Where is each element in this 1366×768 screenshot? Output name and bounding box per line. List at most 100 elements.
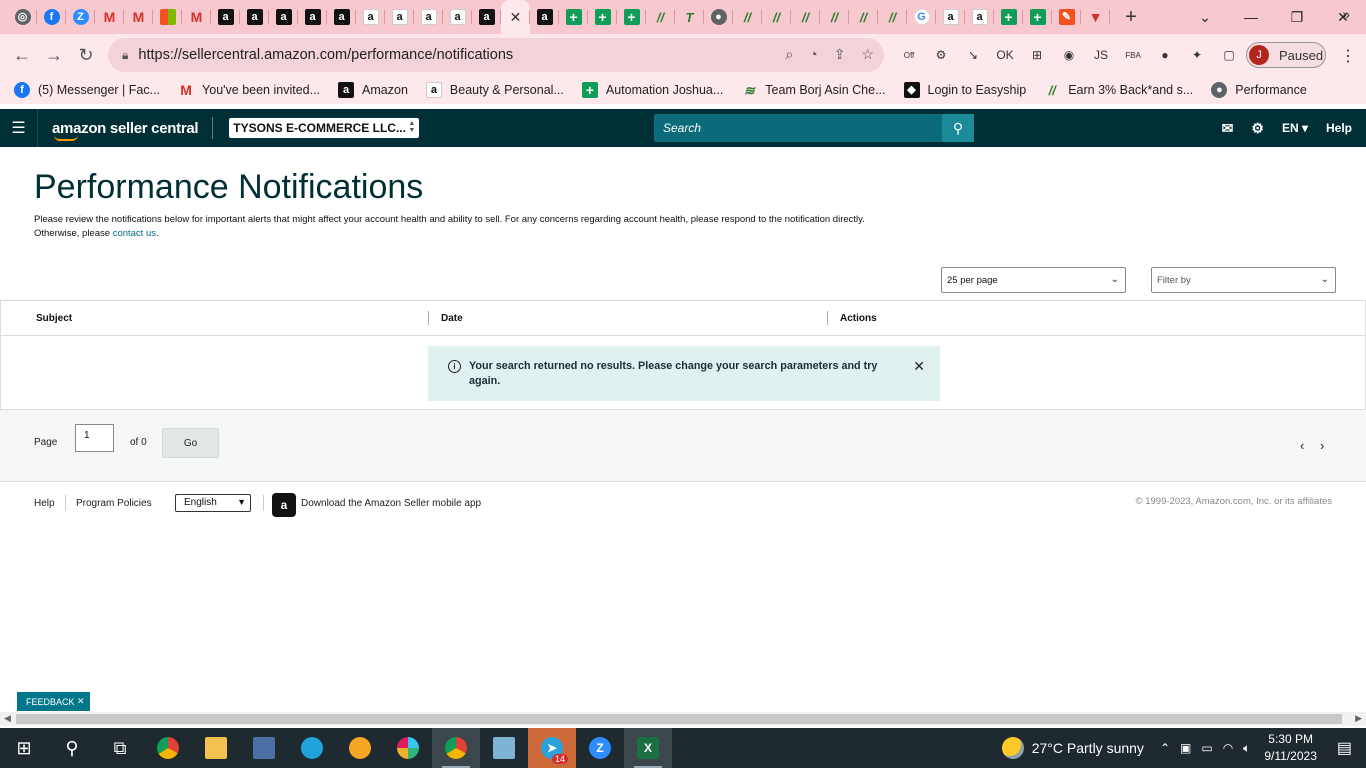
bookmark-item[interactable]: a Beauty & Personal... (425, 82, 564, 98)
bookmark-star-icon[interactable]: ☆ (861, 46, 874, 63)
scroll-right-icon[interactable]: ▶ (1355, 713, 1362, 724)
browser-tab[interactable]: + (994, 0, 1023, 34)
browser-tab[interactable]: a (936, 0, 965, 34)
go-button[interactable]: Go (162, 428, 219, 458)
chevron-left-icon[interactable]: ‹ (1300, 438, 1304, 453)
browser-tab[interactable]: a (211, 0, 240, 34)
browser-tab[interactable]: a (965, 0, 994, 34)
zoom-icon[interactable]: ⌕ (785, 46, 793, 63)
bookmark-item[interactable]: a Amazon (338, 82, 408, 98)
browser-tab[interactable]: a (269, 0, 298, 34)
browser-tab[interactable]: // (733, 0, 762, 34)
hamburger-menu-icon[interactable]: ☰ (0, 109, 38, 147)
browser-tab[interactable]: a (443, 0, 472, 34)
browser-tab[interactable]: ▼ (1081, 0, 1110, 34)
excel-icon[interactable]: X (624, 728, 672, 768)
search-input[interactable]: Search (654, 121, 942, 135)
browser-tab[interactable]: a (240, 0, 269, 34)
browser-tab[interactable] (153, 0, 182, 34)
browser-tab[interactable]: M (124, 0, 153, 34)
language-selector[interactable]: EN ▾ (1282, 121, 1308, 135)
page-number-input[interactable]: 1 (75, 424, 114, 452)
weather-widget[interactable]: 27°C Partly sunny (1001, 737, 1144, 759)
browser-tab[interactable]: a (472, 0, 501, 34)
volume-icon[interactable]: 🔈︎ (1243, 741, 1250, 756)
restore-icon[interactable]: ❐ (1274, 9, 1320, 26)
footer-help-link[interactable]: Help (34, 498, 55, 509)
tab-search-icon[interactable]: ⌄ (1182, 9, 1228, 26)
browser-tab[interactable]: Z (66, 0, 95, 34)
account-switcher[interactable]: TYSONS E-COMMERCE LLC... ▲ ▼ (229, 118, 420, 138)
browser-tab[interactable]: + (559, 0, 588, 34)
share-icon[interactable]: ⇪ (834, 46, 846, 63)
edge-icon[interactable] (288, 728, 336, 768)
extension-icon[interactable]: OK (994, 44, 1016, 66)
chrome-icon[interactable] (144, 728, 192, 768)
reload-icon[interactable]: ↻ (70, 45, 102, 66)
extension-icon[interactable]: ↘ (962, 44, 984, 66)
slack-icon[interactable] (384, 728, 432, 768)
mail-icon[interactable]: ✉ (1222, 120, 1234, 137)
profile-button[interactable]: J Paused (1246, 42, 1326, 68)
browser-tab[interactable]: + (617, 0, 646, 34)
browser-tab[interactable]: a (530, 0, 559, 34)
column-header-date[interactable]: Date (441, 313, 463, 324)
bookmark-item[interactable]: // Earn 3% Back*and s... (1044, 82, 1194, 98)
extension-icon[interactable]: ▢ (1218, 44, 1240, 66)
scroll-left-icon[interactable]: ◀ (4, 713, 11, 724)
extension-icon[interactable]: ● (1154, 44, 1176, 66)
chevron-up-icon[interactable]: ⌃ (1160, 741, 1170, 756)
bookmark-item[interactable]: M You've been invited... (178, 82, 320, 98)
menu-kebab-icon[interactable]: ⋮ (1340, 46, 1356, 66)
minimize-icon[interactable]: — (1228, 9, 1274, 25)
gear-icon[interactable]: ⚙ (1251, 120, 1264, 137)
browser-tab[interactable]: // (820, 0, 849, 34)
zoom-icon[interactable]: Z (576, 728, 624, 768)
browser-tab[interactable]: // (791, 0, 820, 34)
bookmark-item[interactable]: ◆ Login to Easyship (903, 82, 1026, 98)
mobile-app-link[interactable]: Download the Amazon Seller mobile app (301, 498, 481, 509)
browser-tab[interactable]: M (182, 0, 211, 34)
telegram-icon[interactable]: ➤ 14 (528, 728, 576, 768)
program-policies-link[interactable]: Program Policies (76, 498, 152, 509)
browser-tab[interactable]: f (37, 0, 66, 34)
footer-language-select[interactable]: English ▼ (175, 494, 251, 512)
address-bar[interactable]: 🔒︎ https://sellercentral.amazon.com/perf… (108, 38, 884, 72)
browser-tab[interactable]: T (675, 0, 704, 34)
extension-icon[interactable]: JS (1090, 44, 1112, 66)
forward-icon[interactable]: → (38, 45, 70, 66)
new-tab-button[interactable]: + (1116, 6, 1146, 29)
browser-tab[interactable]: a (298, 0, 327, 34)
windows-start-icon[interactable]: ⊞ (0, 728, 48, 768)
vpn-icon[interactable] (336, 728, 384, 768)
bookmark-item[interactable]: f (5) Messenger | Fac... (14, 82, 160, 98)
chrome-profile-icon[interactable] (432, 728, 480, 768)
chevron-right-icon[interactable]: › (1320, 438, 1324, 453)
lock-icon[interactable]: 🔒︎ (122, 48, 128, 63)
extension-icon[interactable]: FBA (1122, 44, 1144, 66)
back-icon[interactable]: ← (6, 45, 38, 66)
bookmark-item[interactable]: ≋ Team Borj Asin Che... (741, 82, 886, 98)
seller-app-icon[interactable]: a (272, 493, 296, 517)
extension-icon[interactable]: Off (898, 44, 920, 66)
browser-tab[interactable]: ● (704, 0, 733, 34)
browser-tab[interactable]: G (907, 0, 936, 34)
browser-tab[interactable]: ✕ (501, 0, 530, 34)
browser-tab[interactable]: a (356, 0, 385, 34)
wifi-icon[interactable]: ◠ (1223, 741, 1233, 756)
browser-tab[interactable]: ◎ (8, 0, 37, 34)
app-icon[interactable] (480, 728, 528, 768)
extension-icon[interactable]: ⊞ (1026, 44, 1048, 66)
performance-icon[interactable]: ◔ (809, 46, 817, 63)
search-icon[interactable]: ⚲ (48, 728, 96, 768)
extension-icon[interactable]: ⚙ (930, 44, 952, 66)
close-icon[interactable]: ✕ (913, 358, 925, 375)
feedback-button[interactable]: FEEDBACK ✕ (17, 692, 90, 711)
bookmark-item[interactable]: ● Performance (1211, 82, 1307, 98)
filter-select[interactable]: Filter by ⌄ (1151, 267, 1336, 293)
url-text[interactable]: https://sellercentral.amazon.com/perform… (138, 47, 513, 63)
browser-tab[interactable]: // (878, 0, 907, 34)
browser-tab[interactable]: ✎ (1052, 0, 1081, 34)
meet-icon[interactable]: ▣ (1180, 741, 1191, 756)
contact-us-link[interactable]: contact us (113, 228, 156, 239)
